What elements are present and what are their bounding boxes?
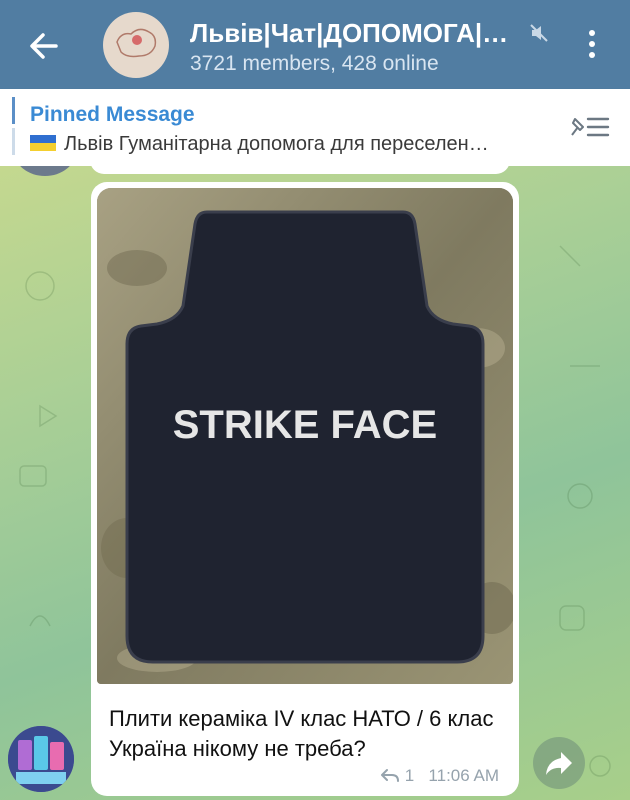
mute-icon xyxy=(530,24,548,42)
reply-icon[interactable] xyxy=(380,768,400,782)
pinned-text: Львів Гуманітарна допомога для переселен… xyxy=(64,133,489,155)
message-meta: 1 11:06 AM xyxy=(380,766,499,786)
message-photo[interactable]: STRIKE FACE xyxy=(97,188,513,684)
sender-avatar[interactable] xyxy=(8,726,74,792)
share-icon xyxy=(546,752,572,775)
ukraine-flag-icon xyxy=(30,135,56,151)
chat-title[interactable]: Львів|Чат|ДОПОМОГА|… xyxy=(190,18,508,49)
message-caption: Плити кераміка IV клас НАТО / 6 клас Укр… xyxy=(109,706,494,761)
plate-label: STRIKE FACE xyxy=(173,403,437,447)
pinned-indicator xyxy=(12,97,16,155)
pinned-label: Pinned Message xyxy=(30,103,195,126)
share-button[interactable] xyxy=(533,737,585,789)
chat-area: STRIKE FACE Плити кераміка IV клас НАТО … xyxy=(0,166,630,800)
chat-subtitle: 3721 members, 428 online xyxy=(190,52,439,75)
reply-count[interactable]: 1 xyxy=(405,766,414,785)
group-avatar[interactable] xyxy=(103,12,169,78)
previous-message-bubble[interactable] xyxy=(90,166,510,174)
pinned-text-row: Львів Гуманітарна допомога для переселен… xyxy=(30,133,489,156)
pin-list-icon[interactable] xyxy=(566,113,610,141)
back-arrow-icon[interactable] xyxy=(26,28,62,64)
chat-header: Львів|Чат|ДОПОМОГА|… 3721 members, 428 o… xyxy=(0,0,630,89)
more-vertical-icon[interactable] xyxy=(580,30,604,60)
pinned-message-bar[interactable]: Pinned Message Львів Гуманітарна допомог… xyxy=(0,89,630,166)
message-bubble[interactable]: STRIKE FACE Плити кераміка IV клас НАТО … xyxy=(91,182,519,796)
sender-avatar-image xyxy=(8,726,74,792)
armor-plate-image: STRIKE FACE xyxy=(97,188,513,684)
map-logo-icon xyxy=(116,28,157,58)
message-time: 11:06 AM xyxy=(428,766,499,785)
